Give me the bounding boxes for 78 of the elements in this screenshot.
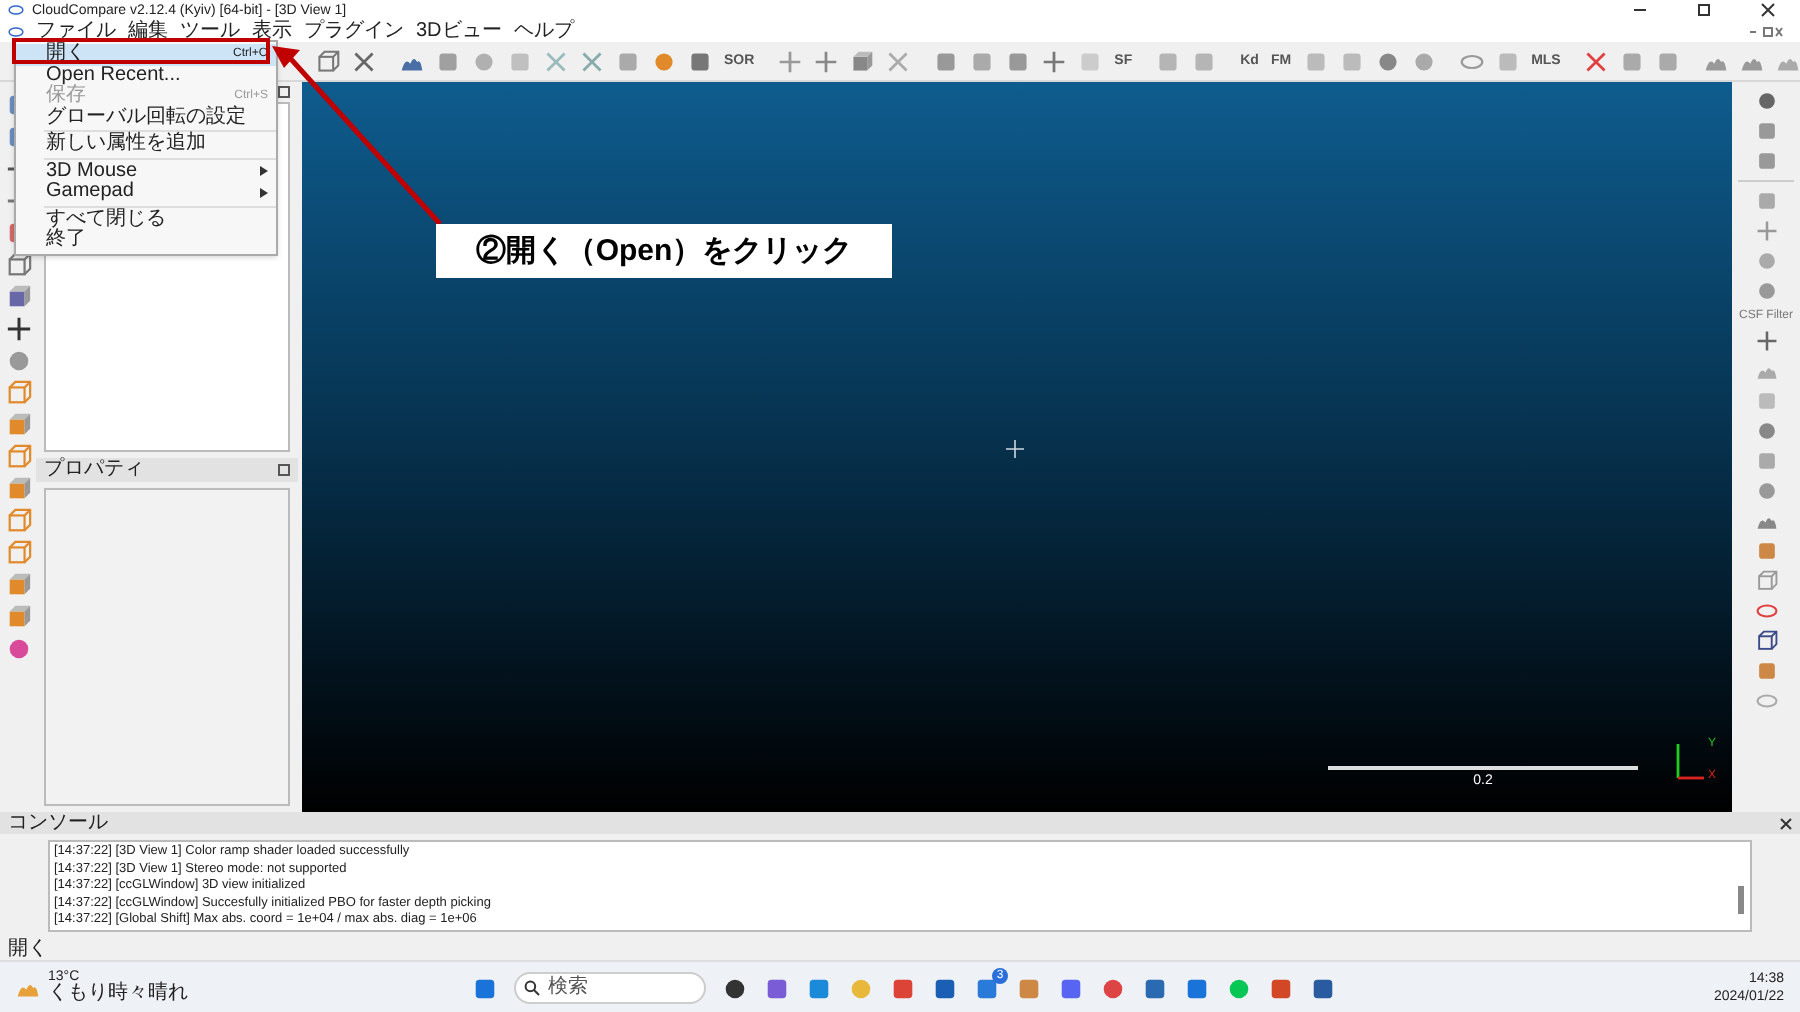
circle-icon[interactable] <box>5 636 31 662</box>
square-icon[interactable] <box>1755 390 1777 412</box>
delete-icon[interactable] <box>352 49 376 73</box>
annotation-callout: ②開く（Open）をクリック <box>436 224 892 278</box>
app-icon[interactable] <box>1310 975 1336 1001</box>
cube-icon[interactable] <box>5 284 31 310</box>
cube-icon[interactable] <box>5 604 31 630</box>
cross-icon[interactable] <box>886 49 911 73</box>
square-icon[interactable] <box>1192 49 1217 73</box>
menu-entry[interactable]: 新しい属性を追加 <box>16 134 276 155</box>
cross-icon[interactable] <box>544 49 568 73</box>
cross-icon[interactable] <box>1584 49 1609 73</box>
square-icon[interactable] <box>508 49 532 73</box>
status-text: 開く <box>8 940 48 960</box>
square-icon[interactable] <box>1303 49 1328 73</box>
square-icon[interactable] <box>616 49 640 73</box>
frame-icon[interactable] <box>1755 630 1777 652</box>
close-icon[interactable] <box>1760 2 1776 18</box>
sphere-icon[interactable] <box>1411 49 1436 73</box>
cube-icon[interactable] <box>5 572 31 598</box>
frame-icon[interactable] <box>316 49 340 73</box>
search-icon <box>524 980 540 996</box>
menu-item[interactable]: ヘルプ <box>513 21 574 41</box>
square-icon[interactable] <box>1156 49 1181 73</box>
cross-icon[interactable] <box>580 49 604 73</box>
menu-entry[interactable]: グローバル回転の設定 <box>16 107 276 128</box>
axis-drawing <box>1674 742 1706 782</box>
panel-title: コンソール <box>8 813 108 833</box>
close-icon[interactable] <box>1780 817 1792 829</box>
menu-entry[interactable]: Gamepad <box>16 182 276 203</box>
square-icon[interactable] <box>1755 660 1777 682</box>
app-icon[interactable] <box>1142 975 1168 1001</box>
menu-entry[interactable]: Open Recent... <box>16 65 276 86</box>
square-icon[interactable] <box>1755 150 1777 172</box>
menu-entry[interactable]: 終了 <box>16 230 276 251</box>
square-icon[interactable] <box>1078 49 1103 73</box>
square-icon[interactable] <box>1755 120 1777 142</box>
app-icon[interactable] <box>722 975 748 1001</box>
float-icon[interactable] <box>278 464 290 476</box>
crosshair-icon <box>1006 440 1024 458</box>
square-icon[interactable] <box>1656 49 1681 73</box>
plus-icon[interactable] <box>5 316 31 342</box>
menu-entry[interactable]: すべて閉じる <box>16 209 276 230</box>
sphere-icon[interactable] <box>1375 49 1400 73</box>
square-icon[interactable] <box>1006 49 1031 73</box>
menu-item[interactable]: ツール <box>180 21 240 41</box>
search-field[interactable]: 検索 <box>514 972 706 1004</box>
cube-icon[interactable] <box>5 476 31 502</box>
circle-icon[interactable] <box>1755 480 1777 502</box>
cube-icon[interactable] <box>850 49 875 73</box>
square-icon[interactable] <box>436 49 460 73</box>
app-icon[interactable] <box>932 975 958 1001</box>
menu-item[interactable]: プラグイン <box>304 21 404 41</box>
frame-icon[interactable] <box>5 252 31 278</box>
ring-icon[interactable] <box>1459 49 1484 73</box>
ring-icon[interactable] <box>1755 690 1777 712</box>
float-icon[interactable] <box>278 86 290 98</box>
maximize-icon[interactable] <box>1696 2 1712 18</box>
square-icon[interactable] <box>1755 540 1777 562</box>
menu-entry[interactable]: 3D Mouse <box>16 161 276 182</box>
menu-item[interactable]: ファイル <box>36 21 116 41</box>
ring-icon[interactable] <box>1755 600 1777 622</box>
cube-icon[interactable] <box>5 412 31 438</box>
circle-icon[interactable] <box>652 49 676 73</box>
scrollbar[interactable] <box>1738 886 1744 914</box>
start-icon[interactable] <box>472 975 498 1001</box>
menu-item[interactable]: 表示 <box>252 21 292 41</box>
square-icon[interactable] <box>1755 190 1777 212</box>
square-icon[interactable] <box>1495 49 1520 73</box>
panel-title: プロパティ <box>44 460 144 480</box>
circle-icon[interactable] <box>1755 90 1777 112</box>
square-icon[interactable] <box>1620 49 1645 73</box>
square-icon[interactable] <box>1339 49 1364 73</box>
menu-item[interactable]: 3Dビュー <box>416 21 502 41</box>
weather-text: くもり時々晴れ <box>48 984 188 1004</box>
window-controls-icon[interactable] <box>1748 25 1784 37</box>
menu-item[interactable]: 編集 <box>128 21 168 41</box>
square-icon[interactable] <box>1755 450 1777 472</box>
